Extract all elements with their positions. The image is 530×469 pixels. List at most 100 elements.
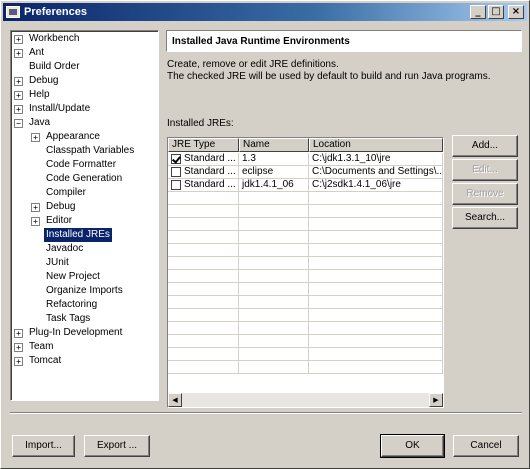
tree-item[interactable]: JUnit <box>31 256 71 270</box>
tree-item[interactable]: Code Formatter <box>31 158 118 172</box>
tree-item[interactable]: New Project <box>31 270 102 284</box>
expand-icon[interactable]: + <box>14 328 23 338</box>
table-row[interactable] <box>168 348 443 361</box>
tree-item[interactable]: + Appearance <box>31 130 102 144</box>
cell-location <box>309 283 443 295</box>
tree-item[interactable]: + Debug <box>14 74 60 88</box>
title-bar[interactable]: Preferences _ □ × <box>3 3 527 21</box>
tree-item[interactable]: Build Order <box>14 60 82 74</box>
remove-button[interactable]: Remove <box>452 183 518 205</box>
expand-icon[interactable]: + <box>31 132 40 142</box>
expand-icon[interactable]: + <box>14 34 23 44</box>
tree-item[interactable]: + Debug <box>31 200 77 214</box>
export-button[interactable]: Export ... <box>84 435 150 457</box>
default-jre-checkbox[interactable] <box>171 154 181 164</box>
tree-item[interactable]: + Workbench <box>14 32 81 46</box>
table-row[interactable]: Standard ... 1.3 C:\jdk1.3.1_10\jre <box>168 153 443 166</box>
cell-jre-type: Standard ... <box>168 153 239 165</box>
tree-item[interactable]: + Help <box>14 88 52 102</box>
close-button[interactable]: × <box>508 5 524 19</box>
tree-item[interactable]: + Plug-In Development <box>14 326 124 340</box>
tree-item-label: New Project <box>46 271 100 282</box>
jre-table[interactable]: JRE Type Name Location Standard ... 1.3 C:… <box>167 137 444 408</box>
tree-item[interactable]: + Editor <box>31 214 74 228</box>
maximize-button[interactable]: □ <box>488 5 504 19</box>
table-row[interactable] <box>168 244 443 257</box>
expand-icon[interactable]: + <box>31 216 40 226</box>
table-row[interactable] <box>168 270 443 283</box>
cell-jre-type <box>168 309 239 321</box>
cell-name <box>239 244 309 256</box>
table-row[interactable] <box>168 309 443 322</box>
expand-icon[interactable]: + <box>14 342 23 352</box>
tree-item[interactable]: + Ant <box>14 46 46 60</box>
ok-button[interactable]: OK <box>380 434 445 458</box>
page-description-line2: The checked JRE will be used by default … <box>167 71 491 82</box>
add-button[interactable]: Add... <box>452 135 518 157</box>
tree-item[interactable]: Task Tags <box>31 312 92 326</box>
cell-name <box>239 231 309 243</box>
jre-type-text: Standard ... <box>184 179 236 190</box>
collapse-icon[interactable]: − <box>14 118 23 128</box>
cancel-button[interactable]: Cancel <box>453 435 519 457</box>
horizontal-scrollbar[interactable]: ◀ ▶ <box>168 393 443 407</box>
expand-icon[interactable]: + <box>14 76 23 86</box>
cell-jre-type <box>168 257 239 269</box>
table-row[interactable]: Standard ... jdk1.4.1_06 C:\j2sdk1.4.1_06\… <box>168 179 443 192</box>
tree-item[interactable]: + Team <box>14 340 55 354</box>
table-row[interactable] <box>168 322 443 335</box>
tree-item[interactable]: Classpath Variables <box>31 144 136 158</box>
table-row[interactable] <box>168 335 443 348</box>
import-button[interactable]: Import... <box>12 435 75 457</box>
page-title: Installed Java Runtime Environments <box>166 30 522 52</box>
table-row[interactable] <box>168 192 443 205</box>
column-header-name[interactable]: Name <box>239 138 309 152</box>
cell-jre-type: Standard ... <box>168 179 239 191</box>
cell-name: jdk1.4.1_06 <box>239 179 309 191</box>
expand-icon[interactable]: + <box>14 48 23 58</box>
cell-location <box>309 361 443 373</box>
minimize-button[interactable]: _ <box>470 5 486 19</box>
table-row[interactable] <box>168 218 443 231</box>
footer-separator <box>10 412 522 414</box>
table-row[interactable] <box>168 296 443 309</box>
search-button[interactable]: Search... <box>452 207 518 229</box>
tree-item-label: Team <box>29 341 54 352</box>
expand-icon[interactable]: + <box>31 202 40 212</box>
tree-item[interactable]: + Install/Update <box>14 102 92 116</box>
cell-location <box>309 244 443 256</box>
table-row[interactable] <box>168 361 443 374</box>
expand-icon[interactable]: + <box>14 356 23 366</box>
scroll-left-icon[interactable]: ◀ <box>168 393 182 407</box>
tree-item[interactable]: + Tomcat <box>14 354 63 368</box>
default-jre-checkbox[interactable] <box>171 180 181 190</box>
cell-jre-type <box>168 283 239 295</box>
column-header-location[interactable]: Location <box>309 138 443 152</box>
cell-name <box>239 348 309 360</box>
table-row[interactable] <box>168 231 443 244</box>
tree-item[interactable]: Compiler <box>31 186 88 200</box>
tree-item[interactable]: − Java <box>14 116 52 130</box>
expand-icon[interactable]: + <box>14 104 23 114</box>
table-row[interactable] <box>168 257 443 270</box>
expand-icon[interactable]: + <box>14 90 23 100</box>
preferences-tree[interactable]: + Workbench + Ant Build Order + Debug + Help + Ins… <box>10 30 159 401</box>
table-row[interactable] <box>168 283 443 296</box>
cell-name <box>239 322 309 334</box>
cell-location: C:\j2sdk1.4.1_06\jre <box>309 179 443 191</box>
tree-item[interactable]: Organize Imports <box>31 284 125 298</box>
tree-item[interactable]: Refactoring <box>31 298 99 312</box>
table-row[interactable] <box>168 205 443 218</box>
table-row[interactable]: Standard ... eclipse C:\Documents and Sett… <box>168 166 443 179</box>
tree-item[interactable]: Installed JREs <box>31 228 112 242</box>
tree-item[interactable]: Javadoc <box>31 242 85 256</box>
column-header-jre-type[interactable]: JRE Type <box>168 138 239 152</box>
scroll-right-icon[interactable]: ▶ <box>429 393 443 407</box>
cell-jre-type <box>168 192 239 204</box>
cell-location: C:\jdk1.3.1_10\jre <box>309 153 443 165</box>
tree-item[interactable]: Code Generation <box>31 172 124 186</box>
cell-jre-type <box>168 270 239 282</box>
cell-name <box>239 296 309 308</box>
edit-button[interactable]: Edit... <box>452 159 518 181</box>
default-jre-checkbox[interactable] <box>171 167 181 177</box>
